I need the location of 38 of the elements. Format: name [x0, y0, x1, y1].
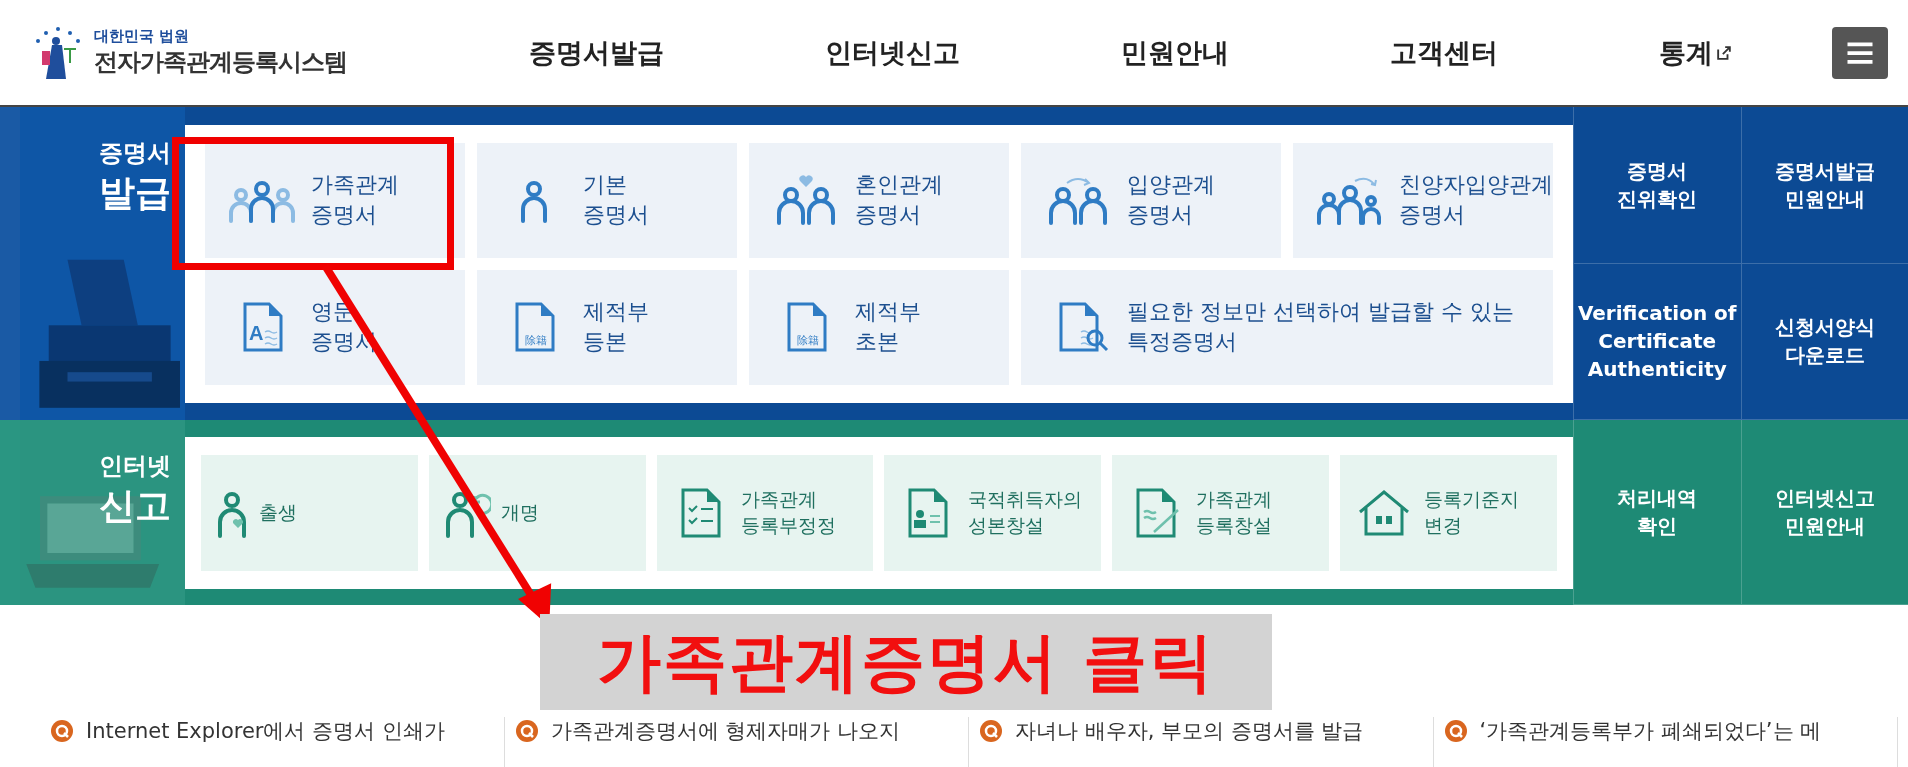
- certificate-link[interactable]: 除籍 제적부 등본: [477, 269, 737, 385]
- faq-link[interactable]: 가족관계증명서에 형제자매가 나오지: [550, 717, 900, 745]
- certificate-link[interactable]: 친양자입양관계 증명서: [1293, 142, 1553, 258]
- logo-subtitle: 대한민국 법원: [94, 27, 191, 46]
- certificate-link[interactable]: 가족관계 증명서: [205, 142, 465, 258]
- report-link[interactable]: 등록기준지 변경: [1340, 454, 1557, 571]
- quick-link[interactable]: 처리내역 확인: [1573, 420, 1741, 605]
- section-title: 증명서 발급: [99, 138, 172, 215]
- certificate-link[interactable]: 혼인관계 증명서: [749, 142, 1009, 258]
- report-link[interactable]: 국적취득자의 성본창설: [884, 454, 1102, 571]
- menu-icon: [1845, 39, 1875, 66]
- quick-link[interactable]: 증명서 진위확인: [1573, 107, 1741, 264]
- report-link[interactable]: 가족관계 등록창설: [1112, 454, 1330, 571]
- quick-link[interactable]: 증명서발급 민원안내: [1740, 107, 1908, 264]
- menu-button[interactable]: [1832, 26, 1888, 79]
- report-link[interactable]: 출생: [201, 454, 418, 571]
- nav-link[interactable]: 통계: [1659, 34, 1732, 71]
- nav-link[interactable]: 고객센터: [1390, 34, 1499, 71]
- report-link[interactable]: 개명: [428, 454, 646, 571]
- certificate-link[interactable]: 입양관계 증명서: [1021, 142, 1281, 258]
- section-title: 인터넷 신고: [99, 451, 172, 528]
- question-icon: [514, 719, 539, 743]
- nav-link[interactable]: 인터넷신고: [824, 34, 960, 71]
- faq-link[interactable]: 자녀나 배우자, 부모의 증명서를 발급: [1015, 717, 1364, 745]
- nav-link[interactable]: 증명서발급: [528, 34, 664, 71]
- question-icon: [979, 719, 1003, 743]
- quick-link[interactable]: 인터넷신고 민원안내: [1740, 420, 1908, 605]
- certificate-link[interactable]: 除籍 제적부 초본: [749, 269, 1009, 385]
- question-icon: [50, 719, 74, 743]
- faq-link[interactable]: ‘가족관계등록부가 폐쇄되었다’는 메: [1479, 717, 1822, 745]
- question-icon: [1443, 719, 1468, 743]
- certificate-link[interactable]: 필요한 정보만 선택하여 발급할 수 있는 특정증명서: [1021, 269, 1553, 385]
- certificate-link[interactable]: 기본 증명서: [477, 142, 737, 258]
- report-link[interactable]: 가족관계 등록부정정: [656, 454, 874, 571]
- annotation-caption: 가족관계증명서 클릭: [540, 614, 1272, 710]
- faq-link[interactable]: Internet Explorer에서 증명서 인쇄가: [86, 717, 445, 745]
- logo-title[interactable]: 전자가족관계등록시스템: [94, 46, 347, 78]
- nav-link[interactable]: 민원안내: [1120, 34, 1229, 71]
